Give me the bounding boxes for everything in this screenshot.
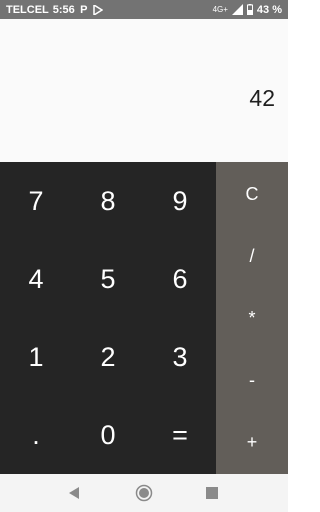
navigation-bar	[0, 474, 288, 512]
status-bar: TELCEL 5:56 P 4G+ 43 %	[0, 0, 288, 19]
key-equals[interactable]: =	[144, 396, 216, 474]
key-0[interactable]: 0	[72, 396, 144, 474]
status-left: TELCEL 5:56 P	[6, 4, 103, 16]
key-3[interactable]: 3	[144, 318, 216, 396]
add-button[interactable]: +	[216, 411, 288, 473]
clear-button[interactable]: C	[216, 163, 288, 225]
battery-icon	[246, 4, 253, 15]
key-6[interactable]: 6	[144, 240, 216, 318]
calculator-display: 42	[0, 19, 288, 162]
back-icon[interactable]	[65, 484, 83, 502]
play-store-icon	[93, 4, 103, 15]
status-right: 4G+ 43 %	[213, 4, 282, 16]
p-icon: P	[80, 3, 88, 16]
divide-button[interactable]: /	[216, 225, 288, 287]
display-value: 42	[249, 85, 275, 111]
subtract-button[interactable]: -	[216, 349, 288, 411]
key-9[interactable]: 9	[144, 162, 216, 240]
network-label: 4G+	[212, 5, 228, 14]
key-8[interactable]: 8	[72, 162, 144, 240]
recents-icon[interactable]	[203, 484, 221, 502]
multiply-button[interactable]: *	[216, 287, 288, 349]
key-2[interactable]: 2	[72, 318, 144, 396]
key-1[interactable]: 1	[0, 318, 72, 396]
key-5[interactable]: 5	[72, 240, 144, 318]
home-icon[interactable]	[135, 484, 153, 502]
number-keypad: 7 8 9 4 5 6 1 2 3 . 0 =	[0, 162, 216, 474]
key-7[interactable]: 7	[0, 162, 72, 240]
battery-label: 43 %	[256, 3, 282, 16]
operator-panel: C / * - +	[216, 162, 288, 474]
key-4[interactable]: 4	[0, 240, 72, 318]
carrier-label: TELCEL	[6, 3, 49, 16]
clock-label: 5:56	[52, 3, 75, 16]
key-decimal[interactable]: .	[0, 396, 72, 474]
signal-icon	[231, 4, 243, 15]
